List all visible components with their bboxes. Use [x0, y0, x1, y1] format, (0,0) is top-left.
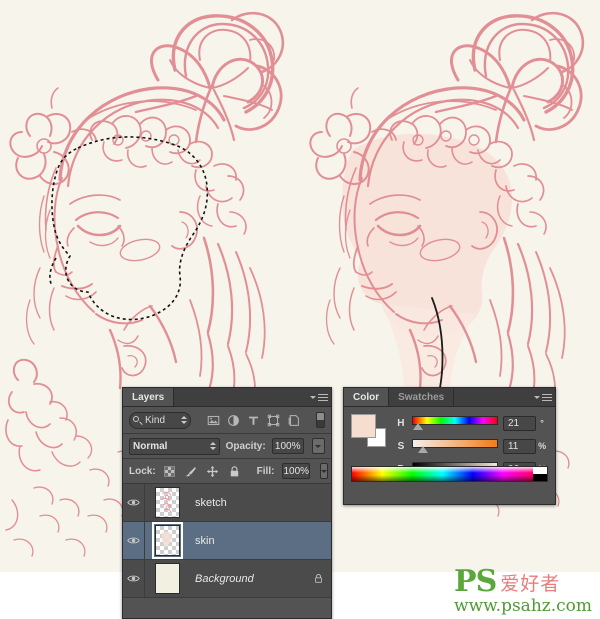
- foreground-color-swatch[interactable]: [351, 414, 376, 438]
- hue-slider-knob[interactable]: [412, 423, 423, 430]
- color-swatches[interactable]: [351, 414, 387, 448]
- padlock-icon: [314, 574, 322, 583]
- layer-name[interactable]: Background: [189, 573, 305, 585]
- table-row[interactable]: skin: [123, 522, 331, 560]
- watermark-chinese-text: 爱好者: [500, 573, 561, 595]
- layer-thumbnail-cell[interactable]: [145, 560, 189, 597]
- image-icon[interactable]: [207, 414, 220, 427]
- layer-thumbnail-background[interactable]: [154, 563, 180, 594]
- layer-thumbnail-cell[interactable]: [145, 522, 189, 559]
- hue-unit: °: [540, 418, 544, 428]
- hue-label: H: [397, 417, 405, 429]
- table-row[interactable]: sketch: [123, 484, 331, 522]
- lock-label: Lock:: [129, 465, 156, 477]
- thumbnail-skin-art: [160, 531, 172, 547]
- lock-icons-group[interactable]: [163, 465, 241, 478]
- saturation-label: S: [397, 440, 405, 452]
- site-watermark: PS 爱好者 www.psahz.com: [454, 567, 592, 615]
- layers-panel[interactable]: Layers Kind Normal Opacity: 100% Lock: F…: [122, 387, 332, 619]
- opacity-label: Opacity:: [225, 440, 266, 452]
- filter-type-icons[interactable]: [196, 414, 311, 427]
- layer-name[interactable]: skin: [189, 535, 305, 547]
- layer-visibility-toggle[interactable]: [123, 522, 145, 559]
- layers-panel-body: Kind Normal Opacity: 100% Lock: Fill: 10…: [123, 407, 331, 598]
- tab-color[interactable]: Color: [344, 388, 390, 406]
- layer-name[interactable]: sketch: [189, 497, 305, 509]
- color-spectrum-ramp[interactable]: [351, 466, 548, 482]
- shape-bounds-icon[interactable]: [267, 414, 280, 427]
- spectrum-gradient[interactable]: [352, 467, 533, 481]
- color-panel-tabbar: Color Swatches: [344, 388, 555, 407]
- blend-stepper-icon[interactable]: [209, 442, 216, 450]
- hue-slider[interactable]: [411, 416, 498, 430]
- saturation-slider-knob[interactable]: [417, 446, 428, 453]
- lock-row[interactable]: Lock: Fill: 100%: [123, 459, 331, 483]
- tab-swatches[interactable]: Swatches: [389, 388, 455, 406]
- stepper-icon[interactable]: [181, 416, 187, 424]
- move-arrows-icon[interactable]: [206, 465, 219, 478]
- blend-mode-select[interactable]: Normal: [129, 437, 220, 455]
- layers-panel-tabbar: Layers: [123, 388, 331, 407]
- watermark-url: www.psahz.com: [454, 596, 592, 616]
- fill-value[interactable]: 100%: [282, 463, 311, 479]
- menu-lines-icon: [318, 394, 328, 401]
- saturation-slider-row[interactable]: S 11 %: [395, 436, 548, 456]
- layer-thumbnail-cell[interactable]: [145, 484, 189, 521]
- brush-icon[interactable]: [184, 465, 197, 478]
- watermark-ps-text: PS: [454, 564, 497, 599]
- layer-thumbnail-sketch[interactable]: [154, 487, 180, 518]
- saturation-slider[interactable]: [411, 439, 498, 453]
- eye-icon[interactable]: [127, 536, 140, 545]
- hue-value[interactable]: 21: [502, 415, 537, 431]
- layer-list[interactable]: sketch skin Background: [123, 484, 331, 598]
- adjustment-circle-icon[interactable]: [227, 414, 240, 427]
- thumbnail-sketch-art: [160, 491, 171, 513]
- tab-layers[interactable]: Layers: [123, 388, 175, 406]
- blend-mode-value: Normal: [133, 440, 168, 452]
- smart-object-icon[interactable]: [287, 414, 300, 427]
- saturation-unit: %: [538, 441, 547, 451]
- layer-filter-row[interactable]: Kind: [123, 407, 331, 433]
- fill-dropdown-button[interactable]: [320, 463, 329, 479]
- eye-icon[interactable]: [127, 498, 140, 507]
- filter-toggle-switch[interactable]: [316, 412, 325, 428]
- black-swatch[interactable]: [533, 474, 547, 481]
- fill-label: Fill:: [256, 465, 275, 477]
- filter-kind-select[interactable]: Kind: [129, 411, 191, 429]
- filter-kind-label: Kind: [145, 414, 166, 426]
- table-row[interactable]: Background: [123, 560, 331, 598]
- menu-lines-icon: [542, 394, 552, 401]
- hue-slider-row[interactable]: H 21 °: [395, 413, 548, 433]
- text-t-icon[interactable]: [247, 414, 260, 427]
- eye-icon[interactable]: [127, 574, 140, 583]
- layer-lock-indicator: [305, 572, 331, 585]
- white-swatch[interactable]: [533, 467, 547, 474]
- layers-panel-menu-icon[interactable]: [308, 391, 328, 404]
- checkerboard-icon[interactable]: [163, 465, 175, 477]
- opacity-dropdown-button[interactable]: [311, 438, 325, 454]
- menu-caret-icon: [310, 396, 316, 399]
- layer-visibility-toggle[interactable]: [123, 560, 145, 597]
- blend-mode-row[interactable]: Normal Opacity: 100%: [123, 434, 331, 458]
- hue-gradient-bar: [411, 416, 498, 425]
- search-icon: [133, 415, 143, 425]
- layer-visibility-toggle[interactable]: [123, 484, 145, 521]
- saturation-value[interactable]: 11: [502, 438, 537, 454]
- color-panel[interactable]: Color Swatches H 21 ° S 11 %: [343, 387, 556, 505]
- opacity-value[interactable]: 100%: [271, 438, 304, 454]
- layer-thumbnail-skin[interactable]: [151, 522, 183, 559]
- color-panel-body: H 21 ° S 11 % B 96 %: [344, 407, 555, 487]
- color-panel-menu-icon[interactable]: [532, 391, 552, 404]
- spectrum-white-black-swatches[interactable]: [533, 467, 547, 481]
- padlock-icon[interactable]: [228, 465, 241, 478]
- menu-caret-icon: [534, 396, 540, 399]
